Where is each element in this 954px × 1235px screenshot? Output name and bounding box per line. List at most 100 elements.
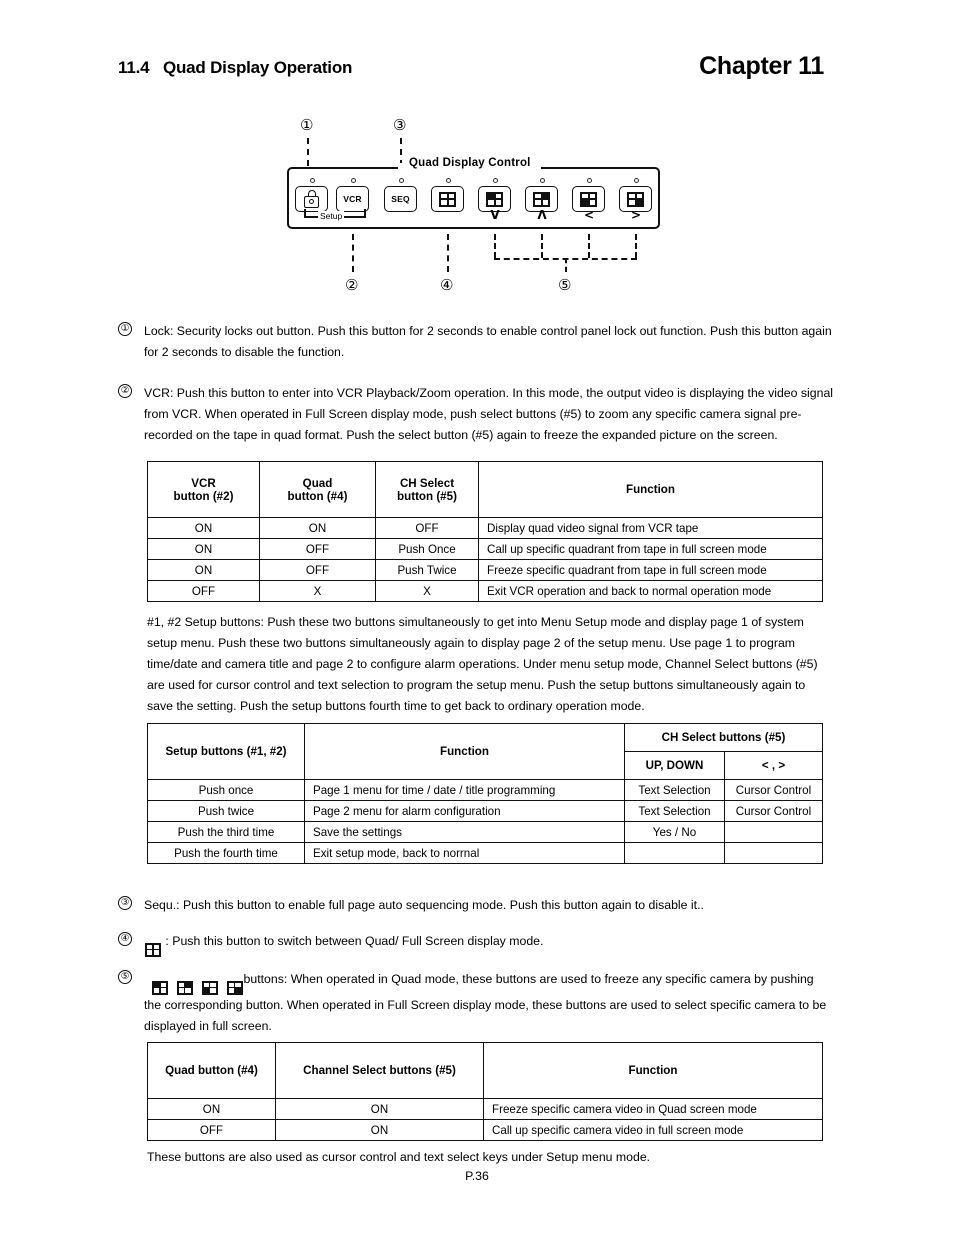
vcr-key-label: VCR xyxy=(343,194,362,204)
ch3-led-icon xyxy=(586,178,592,183)
cell-function: Exit VCR operation and back to normal op… xyxy=(478,580,823,602)
quad-button[interactable] xyxy=(431,178,465,212)
table-row: ON OFF Push Once Call up specific quadra… xyxy=(147,538,823,560)
col-header-quad-button: Quad button (#4) xyxy=(259,461,376,518)
lock-led-icon xyxy=(309,178,315,183)
table-row: Push twice Page 2 menu for alarm configu… xyxy=(147,800,823,822)
leader-line-5c xyxy=(588,234,590,258)
col-header-vcr-button: VCR button (#2) xyxy=(147,461,260,518)
table-row: OFF ON Call up specific camera video in … xyxy=(147,1119,823,1141)
cell-channel-select: ON xyxy=(275,1098,484,1120)
leader-line-5-drop xyxy=(565,258,567,272)
list-item-4: ④ : Push this button to switch between Q… xyxy=(118,931,848,957)
list-item-1: ① Lock: Security locks out button. Push … xyxy=(118,321,834,363)
seq-key-label: SEQ xyxy=(391,194,410,204)
cell-up-down: Text Selection xyxy=(624,800,725,822)
vcr-led-icon xyxy=(350,178,356,183)
ch1-select-button[interactable] xyxy=(478,178,512,212)
list-item-2: ② VCR: Push this button to enter into VC… xyxy=(118,383,834,446)
callout-4: ④ xyxy=(440,276,454,294)
cell-left-right: Cursor Control xyxy=(724,800,823,822)
cell-ch: OFF xyxy=(375,517,479,539)
cell-function: Page 1 menu for time / date / title prog… xyxy=(304,779,625,801)
ch3-select-button[interactable] xyxy=(572,178,606,212)
item-3-text: Sequ.: Push this button to enable full p… xyxy=(144,898,704,912)
table-row: ON ON Freeze specific camera video in Qu… xyxy=(147,1098,823,1120)
seq-key[interactable]: SEQ xyxy=(384,186,417,212)
leader-line-3 xyxy=(400,138,402,166)
table-row: Push the fourth time Exit setup mode, ba… xyxy=(147,842,823,864)
cell-left-right: Cursor Control xyxy=(724,779,823,801)
callout-2: ② xyxy=(345,276,359,294)
item-1-marker: ① xyxy=(118,322,132,336)
leader-line-4 xyxy=(447,234,449,272)
cell-vcr: ON xyxy=(147,538,260,560)
cell-setup: Push once xyxy=(147,779,305,801)
list-item-3: ③ Sequ.: Push this button to enable full… xyxy=(118,895,848,916)
cell-quad: OFF xyxy=(259,559,376,581)
quad-button-table: Quad button (#4) Channel Select buttons … xyxy=(147,1042,823,1141)
leader-line-5b xyxy=(541,234,543,258)
section-number: 11.4 xyxy=(118,58,150,77)
quad-bottom-left-icon xyxy=(580,191,597,207)
setup-label: Setup xyxy=(318,211,345,221)
leader-line-5d xyxy=(635,234,637,258)
table-header-row: Quad button (#4) Channel Select buttons … xyxy=(147,1042,823,1099)
group-header-ch-select: CH Select buttons (#5) xyxy=(624,723,823,752)
page-title: Quad Display Operation xyxy=(162,58,353,77)
table-row: ON ON OFF Display quad video signal from… xyxy=(147,517,823,539)
cell-vcr: OFF xyxy=(147,580,260,602)
section-heading: 11.4 Quad Display Operation xyxy=(118,58,352,78)
cell-quad: X xyxy=(259,580,376,602)
quad-top-right-icon xyxy=(176,980,193,995)
quad-bottom-right-icon xyxy=(226,980,243,995)
col-header-setup-buttons: Setup buttons (#1, #2) xyxy=(147,723,305,780)
page-header: 11.4 Quad Display Operation Chapter 11 xyxy=(0,52,954,92)
seq-led-icon xyxy=(398,178,404,183)
ch4-arrow-label: > xyxy=(630,208,642,222)
item-1-text: Lock: Security locks out button. Push th… xyxy=(144,324,832,359)
cell-setup: Push the fourth time xyxy=(147,842,305,864)
col-header-function: Function xyxy=(483,1042,823,1099)
ch3-arrow-label: < xyxy=(583,208,595,222)
lock-icon xyxy=(304,190,319,208)
col-header-function: Function xyxy=(478,461,823,518)
item-5-marker: ⑤ xyxy=(118,970,132,984)
callout-1: ① xyxy=(300,116,314,134)
cell-left-right xyxy=(724,842,823,864)
item-4-text: : Push this button to switch between Qua… xyxy=(165,934,544,948)
ch4-select-button[interactable] xyxy=(619,178,653,212)
quad-icon xyxy=(145,942,161,957)
quad-top-left-icon xyxy=(486,191,503,207)
control-panel-diagram: ① ③ Quad Display Control VCR Setup SEQ V… xyxy=(0,110,954,310)
cell-channel-select: ON xyxy=(275,1119,484,1141)
footnote-text: These buttons are also used as cursor co… xyxy=(147,1150,651,1164)
ch2-arrow-label: Λ xyxy=(537,208,547,222)
ch2-led-icon xyxy=(539,178,545,183)
item-3-marker: ③ xyxy=(118,896,132,910)
ch2-select-button[interactable] xyxy=(525,178,559,212)
page-number: P.36 xyxy=(465,1169,489,1183)
callout-3: ③ xyxy=(393,116,407,134)
col-header-left-right: < , > xyxy=(724,751,823,780)
cell-ch: Push Twice xyxy=(375,559,479,581)
panel-title: Quad Display Control xyxy=(403,157,537,169)
lock-button[interactable] xyxy=(295,178,329,212)
leader-line-5a xyxy=(494,234,496,258)
cell-function: Page 2 menu for alarm configuration xyxy=(304,800,625,822)
setup-buttons-table: Setup buttons (#1, #2) Function CH Selec… xyxy=(147,723,823,864)
chapter-label: Chapter 11 xyxy=(699,52,824,80)
seq-button[interactable]: SEQ xyxy=(384,178,418,212)
item-5-text: buttons: When operated in Quad mode, the… xyxy=(144,972,827,1033)
cell-up-down: Yes / No xyxy=(624,821,725,843)
quad-key[interactable] xyxy=(431,186,464,212)
quad-bottom-right-icon xyxy=(627,191,644,207)
table-row: Push once Page 1 menu for time / date / … xyxy=(147,779,823,801)
table-header-row: Setup buttons (#1, #2) Function CH Selec… xyxy=(147,723,823,780)
cell-function: Call up specific camera video in full sc… xyxy=(483,1119,823,1141)
leader-line-1 xyxy=(307,138,309,166)
cell-function: Save the settings xyxy=(304,821,625,843)
cell-quad: ON xyxy=(259,517,376,539)
cell-up-down xyxy=(624,842,725,864)
vcr-button[interactable]: VCR xyxy=(336,178,370,212)
